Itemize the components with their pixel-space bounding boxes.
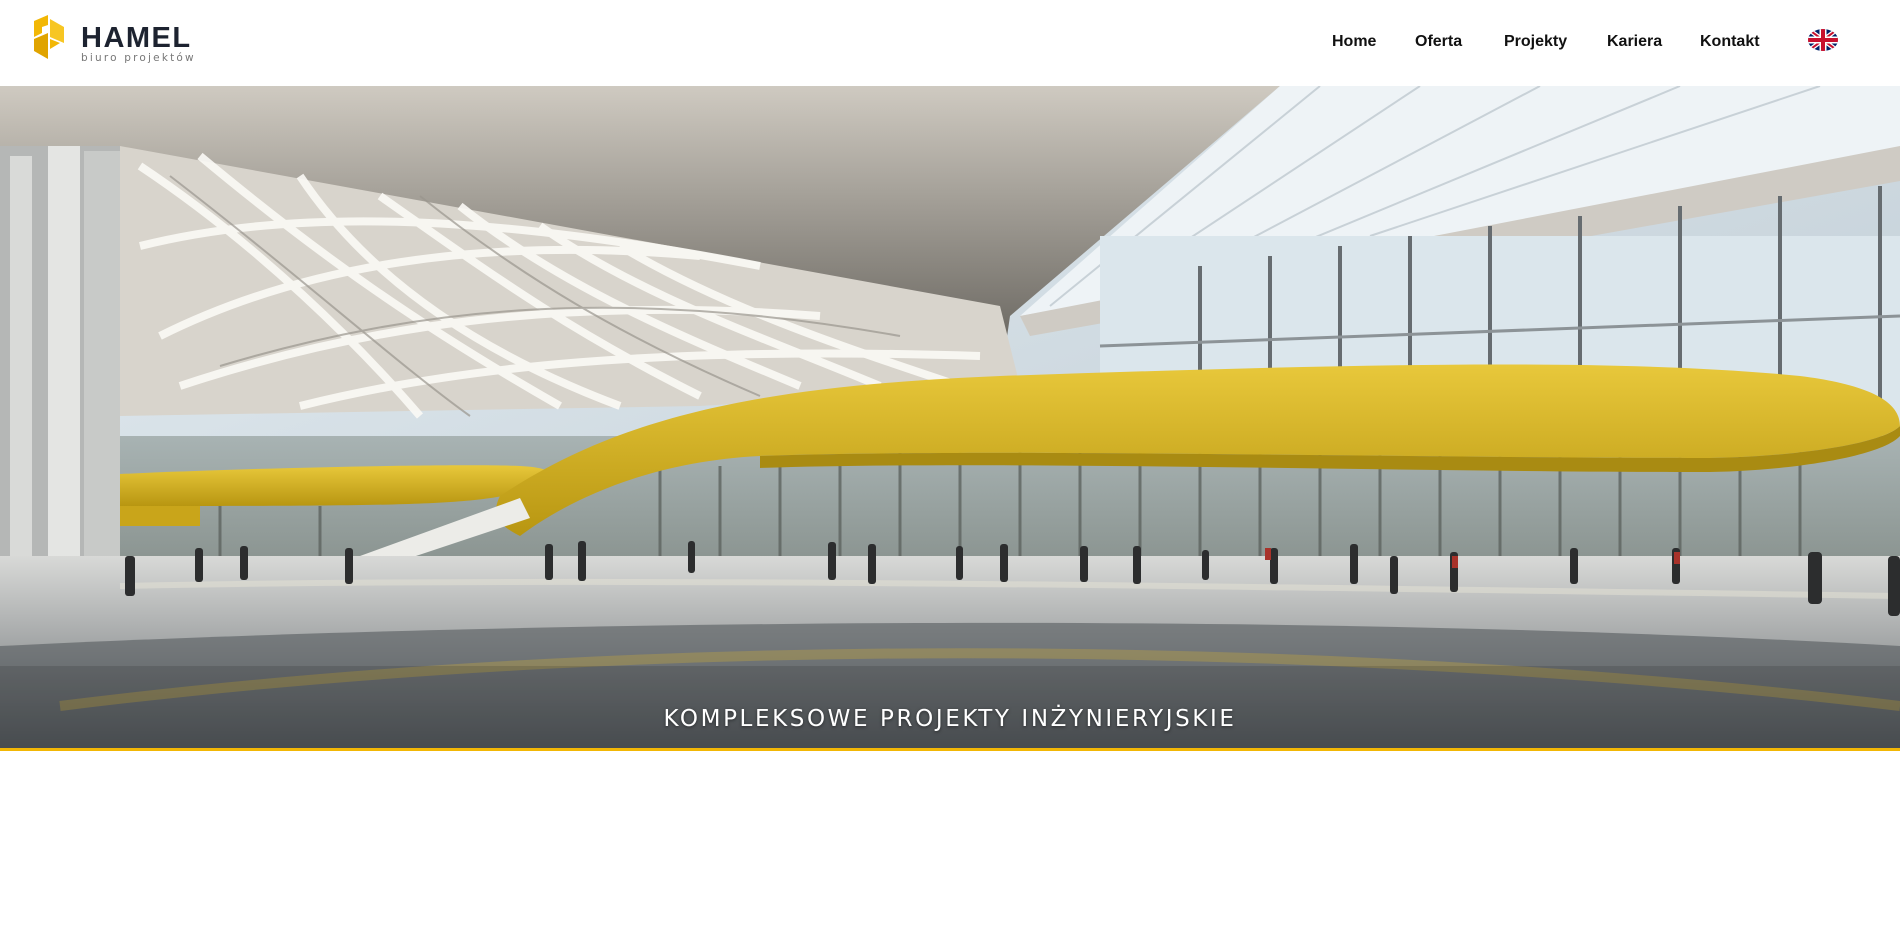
logo-name: HAMEL — [81, 22, 192, 54]
uk-flag-icon[interactable] — [1808, 29, 1838, 51]
site-header: HAMEL biuro projektów Home Oferta Projek… — [0, 0, 1900, 86]
logo-mark-icon — [34, 15, 64, 59]
hero-image — [0, 86, 1900, 750]
nav-item-oferta[interactable]: Oferta — [1415, 30, 1462, 54]
hero-caption: KOMPLEKSOWE PROJEKTY INŻYNIERYJSKIE — [663, 706, 1237, 732]
logo-subtitle: biuro projektów — [81, 52, 196, 64]
logo[interactable]: HAMEL biuro projektów — [34, 15, 196, 65]
nav-item-kariera[interactable]: Kariera — [1607, 30, 1662, 54]
hero-underline — [0, 748, 1900, 751]
hero-banner: KOMPLEKSOWE PROJEKTY INŻYNIERYJSKIE — [0, 86, 1900, 750]
nav-item-kontakt[interactable]: Kontakt — [1700, 30, 1760, 54]
nav-item-home[interactable]: Home — [1332, 30, 1376, 54]
nav-item-projekty[interactable]: Projekty — [1504, 30, 1567, 54]
